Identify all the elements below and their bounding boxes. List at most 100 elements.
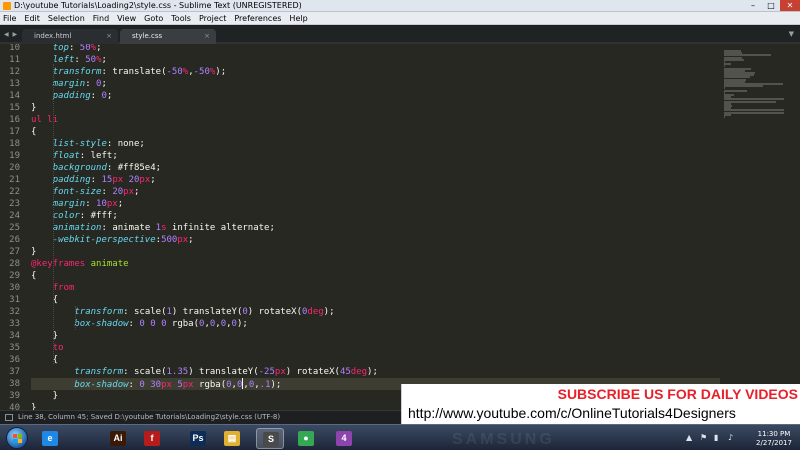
tab-style-css[interactable]: style.css × xyxy=(120,29,216,44)
code-line[interactable]: } xyxy=(31,330,720,342)
line-number: 22 xyxy=(9,187,20,197)
panel-toggle-icon[interactable] xyxy=(5,414,13,421)
code-token: box-shadow xyxy=(74,380,129,390)
menu-edit[interactable]: Edit xyxy=(20,12,44,24)
menu-find[interactable]: Find xyxy=(89,12,113,24)
code-token: 50 xyxy=(79,44,91,53)
menu-preferences[interactable]: Preferences xyxy=(230,12,285,24)
code-line[interactable]: -webkit-perspective:500px; xyxy=(31,234,720,246)
code-line[interactable]: box-shadow: 0 0 0 rgba(0,0,0,0); xyxy=(31,318,720,330)
code-line[interactable]: color: #fff; xyxy=(31,210,720,222)
volume-icon[interactable]: ♪ xyxy=(728,434,736,442)
taskbar-explorer-button[interactable]: ▤ xyxy=(218,428,246,449)
code-token: } xyxy=(31,391,59,401)
code-line[interactable]: { xyxy=(31,126,720,138)
code-token: ; xyxy=(372,367,378,377)
code-line[interactable]: animation: animate 1s infinite alternate… xyxy=(31,222,720,234)
show-hidden-icons-icon[interactable]: ▲ xyxy=(686,434,694,442)
code-token: : xyxy=(101,187,113,197)
code-token: : xyxy=(123,367,134,377)
minimap-line xyxy=(724,89,748,92)
menu-project[interactable]: Project xyxy=(195,12,230,24)
code-line[interactable]: { xyxy=(31,294,720,306)
taskbar-sublime-button[interactable]: S xyxy=(256,428,284,449)
menu-view[interactable]: View xyxy=(113,12,140,24)
code-line[interactable]: left: 50%; xyxy=(31,54,720,66)
code-line[interactable]: transform: translate(-50%,-50%); xyxy=(31,66,720,78)
code-line[interactable]: font-size: 20px; xyxy=(31,186,720,198)
code-editor[interactable]: 10 11 12 13 14 15 16 17 18 19 20 21 22 23 24 25 26 27 28 29… xyxy=(0,44,800,410)
taskbar-chrome-button[interactable]: ● xyxy=(292,428,320,449)
network-icon[interactable]: ▮ xyxy=(714,434,722,442)
code-token: transform xyxy=(74,367,124,377)
taskbar-after-effects-button[interactable]: 4 xyxy=(330,428,358,449)
tab-close-icon[interactable]: × xyxy=(204,32,210,40)
code-line[interactable]: list-style: none; xyxy=(31,138,720,150)
code-token: : xyxy=(74,55,86,65)
tab-index-html[interactable]: index.html × xyxy=(22,29,118,44)
menu-selection[interactable]: Selection xyxy=(44,12,89,24)
tab-list-dropdown-icon[interactable]: ▼ xyxy=(789,30,794,38)
taskbar-clock[interactable]: 11:30 PM 2/27/2017 xyxy=(752,430,796,448)
maximize-button[interactable]: □ xyxy=(762,0,780,11)
tab-close-icon[interactable]: × xyxy=(106,32,112,40)
code-line[interactable]: margin: 10px; xyxy=(31,198,720,210)
code-token: .1 xyxy=(259,380,271,390)
minimap-line xyxy=(724,85,763,88)
close-button[interactable]: ✕ xyxy=(780,0,800,11)
code-line[interactable]: @keyframes animate xyxy=(31,258,720,270)
code-line[interactable]: } xyxy=(31,102,720,114)
flag-icon[interactable]: ⚑ xyxy=(700,434,708,442)
line-number: 24 xyxy=(9,211,20,221)
code-token: 10 xyxy=(96,199,107,209)
code-line[interactable]: { xyxy=(31,270,720,282)
code-token: padding xyxy=(52,91,91,101)
start-button[interactable] xyxy=(6,427,28,449)
code-token: px xyxy=(182,380,194,390)
window-title: D:\youtube Tutorials\Loading2\style.css … xyxy=(14,1,302,10)
code-line[interactable]: top: 50%; xyxy=(31,44,720,54)
code-token: none xyxy=(117,139,140,149)
code-token: to xyxy=(52,343,64,353)
code-token: translate( xyxy=(112,67,167,77)
code-line[interactable]: to xyxy=(31,342,720,354)
flash-icon: f xyxy=(144,431,160,446)
code-token: from xyxy=(52,283,75,293)
menu-goto[interactable]: Goto xyxy=(140,12,167,24)
code-token: 20 xyxy=(128,175,140,185)
menu-help[interactable]: Help xyxy=(285,12,311,24)
code-token: 20 xyxy=(112,187,124,197)
code-token: box-shadow xyxy=(74,319,129,329)
code-token: } xyxy=(31,247,37,257)
menu-file[interactable]: File xyxy=(0,12,20,24)
taskbar-illustrator-button[interactable]: Ai xyxy=(104,428,132,449)
code-token: : xyxy=(128,380,140,390)
minimap[interactable] xyxy=(720,44,800,410)
code-line[interactable]: } xyxy=(31,246,720,258)
code-line[interactable]: ul li xyxy=(31,114,720,126)
taskbar-flash-button[interactable]: f xyxy=(138,428,166,449)
taskbar-ie-button[interactable]: e xyxy=(36,428,64,449)
line-number: 38 xyxy=(9,379,20,389)
code-line[interactable]: transform: scale(1.35) translateY(-25px)… xyxy=(31,366,720,378)
code-line[interactable]: transform: scale(1) translateY(0) rotate… xyxy=(31,306,720,318)
code-line[interactable]: { xyxy=(31,354,720,366)
code-line[interactable]: float: left; xyxy=(31,150,720,162)
tab-nav-arrows-icon[interactable]: ◀ ▶ xyxy=(4,31,18,38)
code-line[interactable]: padding: 15px 20px; xyxy=(31,174,720,186)
menu-tools[interactable]: Tools xyxy=(167,12,195,24)
line-number: 37 xyxy=(9,367,20,377)
code-line[interactable]: from xyxy=(31,282,720,294)
code-line[interactable]: margin: 0; xyxy=(31,78,720,90)
code-token: -50 xyxy=(193,67,210,77)
code-token: top xyxy=(52,44,69,53)
code-line[interactable]: padding: 0; xyxy=(31,90,720,102)
code-token: background xyxy=(52,163,107,173)
taskbar-photoshop-button[interactable]: Ps xyxy=(184,428,212,449)
code-token: animation xyxy=(52,223,102,233)
minimize-button[interactable]: – xyxy=(744,0,762,11)
code-line[interactable]: background: #ff85e4; xyxy=(31,162,720,174)
code-area[interactable]: top: 50%; left: 50%; transform: translat… xyxy=(31,44,720,410)
